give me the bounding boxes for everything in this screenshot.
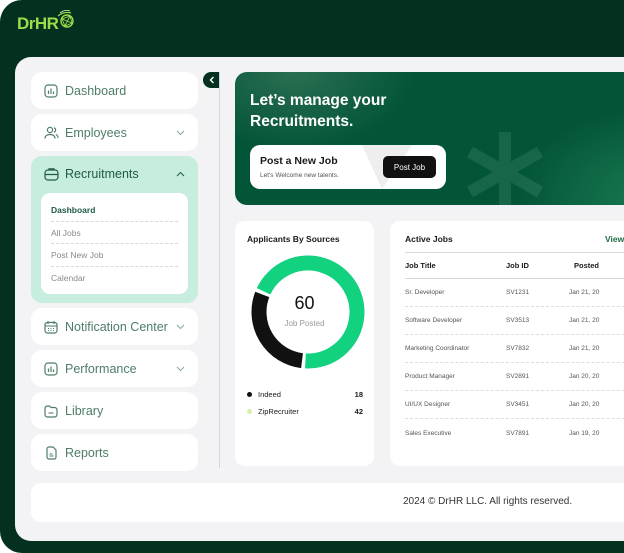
legend-value: 42: [354, 407, 363, 416]
post-job-card: Post a New Job Let's Welcome new talents…: [250, 145, 446, 189]
sidebar-item-label: Employees: [65, 125, 127, 140]
cell-job-title: Marketing Coordinator: [405, 345, 470, 352]
sidebar-item-label: Dashboard: [65, 83, 127, 98]
sidebar: Dashboard Employees Recruitments Dashboa…: [31, 72, 198, 476]
chevron-down-icon[interactable]: [174, 127, 186, 139]
sidebar-item-reports[interactable]: Reports: [31, 434, 198, 471]
legend-dot: [247, 392, 252, 397]
chart-box-icon: [43, 83, 59, 99]
chevron-down-icon[interactable]: [174, 321, 186, 333]
collapse-sidebar-button[interactable]: [203, 72, 220, 88]
donut-total: 60: [294, 293, 315, 313]
sidebar-item-label: Library: [65, 403, 104, 418]
sidebar-item-library[interactable]: Library: [31, 392, 198, 429]
cell-job-title: Sales Executive: [405, 429, 452, 437]
users-icon: [43, 125, 59, 141]
cell-job-id: SV1231: [506, 289, 530, 296]
cell-job-id: SV3451: [506, 401, 530, 408]
sidebar-item-label: Performance: [65, 361, 137, 376]
sidebar-item-recruitments: Recruitments Dashboard All Jobs Post New…: [31, 156, 198, 303]
recruitments-submenu: Dashboard All Jobs Post New Job Calendar: [41, 193, 188, 294]
column-header-job-title[interactable]: Job Title: [405, 261, 506, 270]
folder-icon: [43, 403, 59, 419]
calendar-icon: [43, 319, 59, 335]
sidebar-item-notification-center[interactable]: Notification Center: [31, 308, 198, 345]
chevron-down-icon[interactable]: [174, 363, 186, 375]
table-row[interactable]: Software Developer SV3513 Jan 21, 20: [405, 307, 624, 335]
logo-network-icon: [58, 10, 75, 28]
legend-item-ziprecruiter: ZipRecruiter 42: [247, 407, 363, 416]
active-jobs-card: Active Jobs View Job Title Job ID Posted…: [390, 221, 624, 466]
sidebar-item-label: Recruitments: [65, 167, 139, 181]
document-icon: [43, 445, 59, 461]
submenu-item-dashboard[interactable]: Dashboard: [51, 199, 178, 222]
cell-posted-date: Jan 20, 20: [569, 373, 600, 380]
cell-job-title: Product Manager: [405, 373, 455, 380]
table-row[interactable]: Sales Executive SV7891 Jan 19, 20: [405, 419, 624, 447]
card-title: Applicants By Sources: [247, 234, 340, 244]
logo-text: DrHR: [17, 14, 59, 33]
cell-job-id: SV2891: [506, 373, 530, 380]
cell-posted-date: Jan 21, 20: [569, 289, 600, 296]
submenu-item-post-new-job[interactable]: Post New Job: [51, 244, 178, 267]
cell-posted-date: Jan 21, 20: [569, 345, 600, 352]
sidebar-item-performance[interactable]: Performance: [31, 350, 198, 387]
sidebar-item-dashboard[interactable]: Dashboard: [31, 72, 198, 109]
column-header-posted[interactable]: Posted: [569, 261, 624, 270]
card-title: Active Jobs: [405, 234, 453, 244]
sidebar-item-employees[interactable]: Employees: [31, 114, 198, 151]
sidebar-item-label: Reports: [65, 445, 109, 460]
table-body: Sr. Developer SV1231 Jan 21, 20 Software De…: [405, 279, 624, 447]
legend-dot: [247, 409, 252, 414]
donut-total-label: Job Posted: [284, 319, 325, 328]
table-row[interactable]: Sr. Developer SV1231 Jan 21, 20: [405, 279, 624, 307]
post-job-subtitle: Let's Welcome new talents.: [260, 172, 339, 179]
table-row[interactable]: UI/UX Designer SV3451 Jan 20, 20: [405, 391, 624, 419]
chevron-left-icon: [209, 76, 214, 84]
cell-job-id: SV7832: [506, 345, 530, 352]
briefcase-icon: [43, 166, 59, 182]
cell-job-id: SV7891: [506, 429, 530, 437]
cell-job-title: Software Developer: [405, 317, 463, 324]
legend-value: 18: [354, 390, 363, 399]
asterisk-decoration-icon: [467, 132, 543, 205]
copyright-text: 2024 © DrHR LLC. All rights reserved.: [403, 496, 573, 507]
legend-item-indeed: Indeed 18: [247, 390, 363, 399]
active-jobs-table: Job Title Job ID Posted Sr. Developer SV1…: [405, 252, 624, 447]
cell-posted-date: Jan 21, 20: [569, 317, 600, 324]
chevron-up-icon[interactable]: [174, 168, 186, 180]
table-row[interactable]: Marketing Coordinator SV7832 Jan 21, 20: [405, 335, 624, 363]
table-row[interactable]: Product Manager SV2891 Jan 20, 20: [405, 363, 624, 391]
cell-posted-date: Jan 19, 20: [569, 429, 600, 437]
table-header: Job Title Job ID Posted: [405, 252, 624, 279]
post-job-title: Post a New Job: [260, 155, 338, 167]
main-canvas: Dashboard Employees Recruitments Dashboa…: [15, 57, 624, 541]
column-header-job-id[interactable]: Job ID: [506, 261, 569, 270]
submenu-item-all-jobs[interactable]: All Jobs: [51, 222, 178, 244]
cell-job-id: SV3513: [506, 317, 530, 324]
sidebar-divider: [219, 72, 220, 468]
legend-name: ZipRecruiter: [258, 407, 299, 416]
sidebar-item-label: Notification Center: [65, 319, 168, 334]
logo[interactable]: DrHR: [17, 10, 76, 34]
cell-job-title: UI/UX Designer: [405, 401, 451, 408]
footer: 2024 © DrHR LLC. All rights reserved.: [31, 483, 624, 522]
post-job-button[interactable]: Post Job: [383, 156, 436, 178]
chart-box-icon: [43, 361, 59, 377]
applicants-by-sources-card: Applicants By Sources 60 Job Posted Inde…: [235, 221, 374, 466]
app-window: DrHR Dashboard Employees Recruitments Da…: [0, 0, 624, 553]
legend-name: Indeed: [258, 390, 281, 399]
submenu-item-calendar[interactable]: Calendar: [51, 267, 178, 290]
view-all-link[interactable]: View: [605, 234, 624, 244]
cell-job-title: Sr. Developer: [405, 289, 445, 296]
welcome-banner: Let’s manage your Recruitments. Post a N…: [235, 72, 624, 205]
cell-posted-date: Jan 20, 20: [569, 401, 600, 408]
banner-title: Let’s manage your Recruitments.: [250, 92, 387, 130]
sidebar-item-recruitments-header[interactable]: Recruitments: [41, 164, 188, 184]
